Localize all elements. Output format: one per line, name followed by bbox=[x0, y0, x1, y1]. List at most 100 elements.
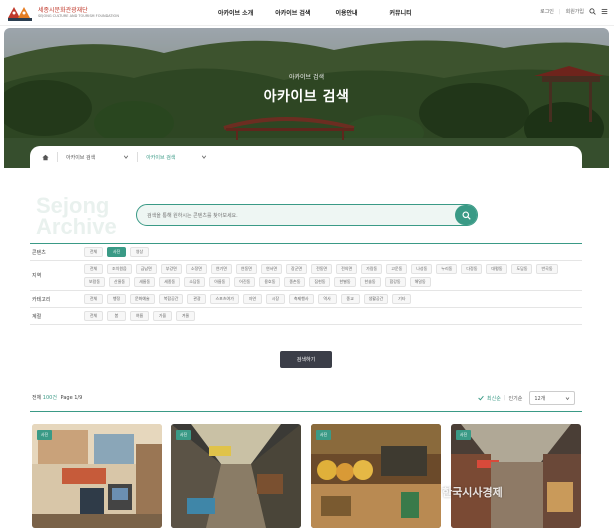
archive-watermark: Sejong Archive bbox=[36, 195, 117, 238]
filter-chip[interactable]: 영상 bbox=[130, 247, 149, 257]
filter-chip[interactable]: 산울동 bbox=[109, 277, 131, 287]
result-card[interactable]: 사진 bbox=[32, 424, 162, 528]
breadcrumb-divider bbox=[137, 152, 139, 162]
filter-chip[interactable]: 용호동 bbox=[259, 277, 281, 287]
breadcrumb-level2[interactable]: 아카이브 검색 bbox=[146, 154, 175, 161]
filter-chip[interactable]: 소담동 bbox=[184, 277, 206, 287]
filter-chip[interactable]: 대평동 bbox=[486, 264, 508, 274]
search-icon bbox=[461, 210, 471, 220]
filter-chip[interactable]: 보람동 bbox=[84, 277, 106, 287]
filter-chip[interactable]: 나성동 bbox=[411, 264, 433, 274]
filter-chip[interactable]: 해밀동 bbox=[409, 277, 431, 287]
filter-chip[interactable]: 전동면 bbox=[311, 264, 333, 274]
filter-chip[interactable]: 다정동 bbox=[461, 264, 483, 274]
filter-chip[interactable]: 도담동 bbox=[511, 264, 533, 274]
result-card[interactable]: 사진 bbox=[311, 424, 441, 528]
filter-chip-group: 전체 조치원읍 금남면 부강면 소정면 연기면 연동면 연서면 장군면 전동면 전의면 가람동 고운동 나… bbox=[84, 264, 582, 287]
filter-chip[interactable]: 한별동 bbox=[334, 277, 356, 287]
filter-chip[interactable]: 문화예술 bbox=[130, 294, 155, 304]
filter-chip[interactable]: 연기면 bbox=[210, 264, 232, 274]
result-card[interactable]: 사진 bbox=[451, 424, 581, 528]
hero-subtitle: 아카이브 검색 bbox=[288, 74, 325, 81]
filter-chip[interactable]: 여름 bbox=[130, 311, 149, 321]
per-page-select[interactable]: 12개 bbox=[529, 391, 576, 405]
filter-chip[interactable]: 역사 bbox=[317, 294, 337, 304]
filter-chip[interactable]: 전체 bbox=[84, 247, 103, 257]
search-button[interactable] bbox=[455, 205, 477, 225]
search-icon[interactable] bbox=[589, 8, 596, 15]
filter-chip[interactable]: 관광 bbox=[187, 294, 207, 304]
filter-chip[interactable]: 합강동 bbox=[384, 277, 406, 287]
result-total: 100건 bbox=[42, 395, 57, 401]
filter-chip[interactable]: 생활공간 bbox=[363, 294, 389, 304]
submit-search-button[interactable]: 검색하기 bbox=[280, 351, 332, 368]
filter-chip[interactable]: 겨울 bbox=[176, 311, 195, 321]
nav-archive-intro[interactable]: 아카이브 소개 bbox=[218, 8, 253, 17]
filter-chip[interactable]: 고운동 bbox=[386, 264, 408, 274]
filter-chip[interactable]: 전의면 bbox=[336, 264, 358, 274]
site-logo[interactable]: 세종시문화관광재단 SEJONG CULTURE AND TOURISM FOU… bbox=[6, 3, 119, 23]
card-badge: 사진 bbox=[456, 430, 471, 440]
login-link[interactable]: 로그인 bbox=[540, 8, 554, 15]
filter-chip[interactable]: 기타 bbox=[392, 294, 412, 304]
signup-link[interactable]: 회원가입 bbox=[566, 8, 584, 15]
search-input[interactable] bbox=[147, 209, 447, 222]
chevron-down-icon[interactable] bbox=[201, 154, 207, 160]
check-icon bbox=[478, 395, 484, 401]
sort-popular[interactable]: 인기순 bbox=[509, 395, 523, 402]
filter-chip[interactable]: 종촌동 bbox=[284, 277, 306, 287]
logo-subtext: SEJONG CULTURE AND TOURISM FOUNDATION bbox=[38, 14, 119, 19]
filter-chip[interactable]: 세종동 bbox=[159, 277, 181, 287]
filter-chip[interactable]: 새롬동 bbox=[134, 277, 156, 287]
utility-nav: 로그인 | 회원가입 bbox=[540, 8, 608, 15]
filter-chip[interactable]: 조치원읍 bbox=[107, 264, 132, 274]
filter-label: 계절 bbox=[32, 313, 42, 320]
filter-chip[interactable]: 집현동 bbox=[309, 277, 331, 287]
filter-chip[interactable]: 연서면 bbox=[260, 264, 283, 274]
filter-chip[interactable]: 가람동 bbox=[361, 264, 383, 274]
filter-chip[interactable]: 장군면 bbox=[286, 264, 308, 274]
nav-community[interactable]: 커뮤니티 bbox=[390, 8, 412, 17]
filter-row: 카테고리 전체 행정 문화예술 복합공간 관광 스포츠여가 자연 시장 축제행사 역사 종교 생활공간 기… bbox=[30, 291, 582, 308]
filter-chip[interactable]: 전체 bbox=[84, 264, 103, 274]
nav-archive-search[interactable]: 아카이브 검색 bbox=[275, 8, 310, 17]
filter-chip[interactable]: 어진동 bbox=[234, 277, 256, 287]
filter-chip[interactable]: 반곡동 bbox=[536, 264, 558, 274]
filter-chip[interactable]: 스포츠여가 bbox=[210, 294, 239, 304]
filter-chip[interactable]: 행정 bbox=[107, 294, 126, 304]
chevron-down-icon[interactable] bbox=[123, 154, 129, 160]
filter-chip[interactable]: 연동면 bbox=[235, 264, 257, 274]
hero-title: 아카이브 검색 bbox=[263, 89, 350, 105]
filter-chip[interactable]: 전체 bbox=[84, 294, 103, 304]
filter-chip[interactable]: 가을 bbox=[153, 311, 172, 321]
home-icon[interactable] bbox=[42, 154, 49, 161]
menu-icon[interactable] bbox=[601, 8, 608, 15]
filter-chip[interactable]: 복합공간 bbox=[158, 294, 184, 304]
list-divider bbox=[30, 411, 582, 412]
filter-chip[interactable]: 축제행사 bbox=[288, 294, 314, 304]
filter-chip[interactable]: 한솔동 bbox=[359, 277, 381, 287]
filter-chip[interactable]: 봄 bbox=[107, 311, 126, 321]
nav-guide[interactable]: 이용안내 bbox=[335, 8, 357, 17]
result-card[interactable]: 사진 bbox=[171, 424, 301, 528]
result-page-info: Page 1/9 bbox=[60, 395, 83, 401]
breadcrumb-level1[interactable]: 아카이브 검색 bbox=[66, 154, 95, 161]
filter-chip[interactable]: 사진 bbox=[107, 247, 126, 257]
filter-chip[interactable]: 자연 bbox=[242, 294, 262, 304]
photo-credit-watermark: 한국시사경제 bbox=[442, 486, 503, 499]
card-badge: 사진 bbox=[37, 430, 52, 440]
sort-controls: 최신순 | 인기순 12개 bbox=[478, 391, 576, 405]
filter-chip[interactable]: 아름동 bbox=[209, 277, 231, 287]
filter-chip[interactable]: 누리동 bbox=[436, 264, 458, 274]
filter-chip[interactable]: 금남면 bbox=[135, 264, 157, 274]
per-page-value: 12개 bbox=[534, 395, 546, 402]
search-bar bbox=[136, 204, 478, 226]
filter-chip[interactable]: 전체 bbox=[84, 311, 103, 321]
sort-recent[interactable]: 최신순 bbox=[487, 395, 501, 402]
filter-chip[interactable]: 소정면 bbox=[185, 264, 207, 274]
filter-chip-group: 전체 행정 문화예술 복합공간 관광 스포츠여가 자연 시장 축제행사 역사 종교 생활공간 기타 bbox=[84, 294, 582, 304]
filter-chip[interactable]: 종교 bbox=[340, 294, 360, 304]
filter-label: 지역 bbox=[32, 273, 42, 279]
filter-chip[interactable]: 부강면 bbox=[160, 264, 182, 274]
filter-chip[interactable]: 시장 bbox=[265, 294, 285, 304]
